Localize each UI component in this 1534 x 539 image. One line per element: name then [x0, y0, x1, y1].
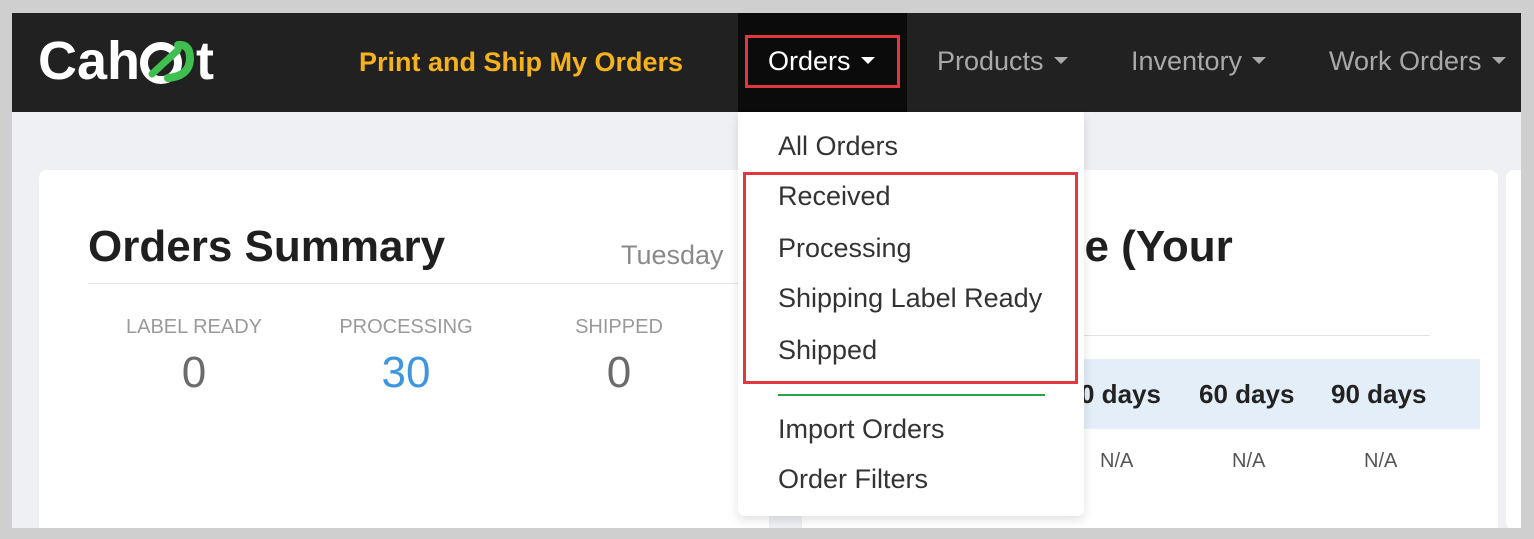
days-col-2: 60 days	[1199, 379, 1295, 409]
orders-summary-title: Orders Summary	[88, 222, 446, 271]
stat-label-shipped: SHIPPED	[575, 316, 663, 338]
nav-work-orders[interactable]: Work Orders	[1329, 46, 1506, 77]
nav-inventory-label: Inventory	[1131, 46, 1243, 76]
cahoot-logo[interactable]: Cah t	[38, 31, 214, 91]
offscreen-card-edge	[1506, 170, 1521, 528]
logo-ring-icon	[138, 36, 198, 86]
menu-item-received[interactable]: Received	[778, 181, 891, 212]
logo-text-end: t	[196, 31, 214, 91]
days-col-3: 90 days	[1331, 379, 1427, 409]
app-frame: Cah t Print and Ship My Orders Orders Pr…	[12, 13, 1521, 528]
chevron-down-icon	[860, 57, 875, 65]
menu-divider	[778, 394, 1045, 396]
na-col-2: N/A	[1232, 450, 1266, 472]
nav-products[interactable]: Products	[937, 46, 1068, 77]
menu-item-shipping-label-ready[interactable]: Shipping Label Ready	[778, 283, 1042, 314]
nav-orders-label: Orders	[768, 46, 851, 76]
nav-orders[interactable]: Orders	[768, 46, 875, 77]
orders-summary-card: Orders Summary Tuesday LABEL READY 0 PRO…	[39, 170, 769, 528]
nav-work-orders-label: Work Orders	[1329, 46, 1482, 76]
menu-item-import-orders[interactable]: Import Orders	[778, 414, 945, 445]
logo-text-start: Cah	[38, 31, 141, 91]
summary-divider	[88, 283, 748, 284]
chevron-down-icon	[1491, 57, 1506, 65]
menu-item-processing[interactable]: Processing	[778, 233, 912, 264]
nav-products-label: Products	[937, 46, 1044, 76]
nav-inventory[interactable]: Inventory	[1131, 46, 1267, 77]
chevron-down-icon	[1252, 57, 1267, 65]
na-col-1: N/A	[1100, 450, 1134, 472]
print-and-ship-link[interactable]: Print and Ship My Orders	[359, 47, 683, 78]
summary-date: Tuesday	[621, 240, 724, 270]
menu-item-order-filters[interactable]: Order Filters	[778, 464, 928, 495]
top-navbar: Cah t Print and Ship My Orders Orders Pr…	[12, 13, 1521, 112]
performance-title: ce (Your	[1060, 222, 1233, 271]
stat-value-shipped[interactable]: 0	[519, 348, 719, 398]
stat-value-label-ready[interactable]: 0	[94, 348, 294, 398]
stat-value-processing[interactable]: 30	[306, 348, 506, 398]
orders-dropdown-menu: All Orders Received Processing Shipping …	[738, 112, 1084, 516]
stat-label-ready: LABEL READY	[126, 316, 262, 338]
stat-label-processing: PROCESSING	[339, 316, 473, 338]
na-col-3: N/A	[1364, 450, 1398, 472]
chevron-down-icon	[1053, 57, 1068, 65]
performance-divider	[1062, 335, 1430, 336]
menu-item-shipped[interactable]: Shipped	[778, 335, 877, 366]
menu-item-all-orders[interactable]: All Orders	[778, 131, 898, 162]
days-col-1: 0 days	[1080, 379, 1161, 409]
